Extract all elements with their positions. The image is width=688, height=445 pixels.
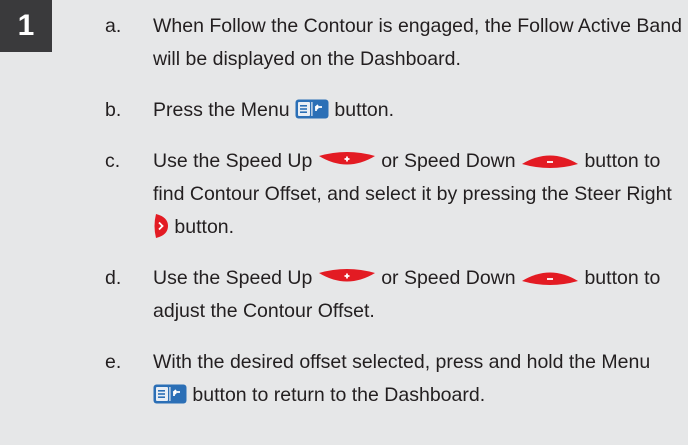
step-text-part: With the desired offset selected, press … <box>153 351 651 373</box>
step-text-part: Use the Speed Up <box>153 150 318 172</box>
instruction-step-e: e. With the desired offset selected, pre… <box>105 346 685 412</box>
menu-button-icon <box>295 99 329 119</box>
step-letter: e. <box>105 351 122 373</box>
steer-right-button-icon <box>153 213 169 239</box>
step-letter: d. <box>105 267 122 289</box>
instruction-step-d: d. Use the Speed Up or Speed Down button… <box>105 262 685 328</box>
step-text: When Follow the Contour is engaged, the … <box>153 15 682 70</box>
step-text-part: or Speed Down <box>375 267 522 289</box>
step-letter: a. <box>105 15 122 37</box>
step-text-part: button to return to the Dashboard. <box>187 384 486 406</box>
step-text-part: button. <box>169 216 235 238</box>
step-text-part: or Speed Down <box>375 150 522 172</box>
speed-down-button-icon <box>521 151 579 169</box>
step-text-part: button. <box>328 99 395 121</box>
step-number: 1 <box>17 9 35 42</box>
instruction-step-b: b. Press the Menu button. <box>105 94 685 127</box>
speed-down-button-icon <box>521 268 579 286</box>
menu-button-icon <box>153 384 187 404</box>
step-text-part: Press the Menu <box>153 99 295 121</box>
speed-up-button-icon <box>318 268 376 286</box>
step-number-badge: 1 <box>0 0 52 52</box>
step-letter: b. <box>105 99 122 121</box>
step-letter: c. <box>105 150 121 172</box>
step-text-part: Use the Speed Up <box>153 267 318 289</box>
speed-up-button-icon <box>318 151 376 169</box>
instruction-step-c: c. Use the Speed Up or Speed Down button… <box>105 145 685 244</box>
instruction-list: a. When Follow the Contour is engaged, t… <box>105 10 685 412</box>
instruction-step-a: a. When Follow the Contour is engaged, t… <box>105 10 685 76</box>
